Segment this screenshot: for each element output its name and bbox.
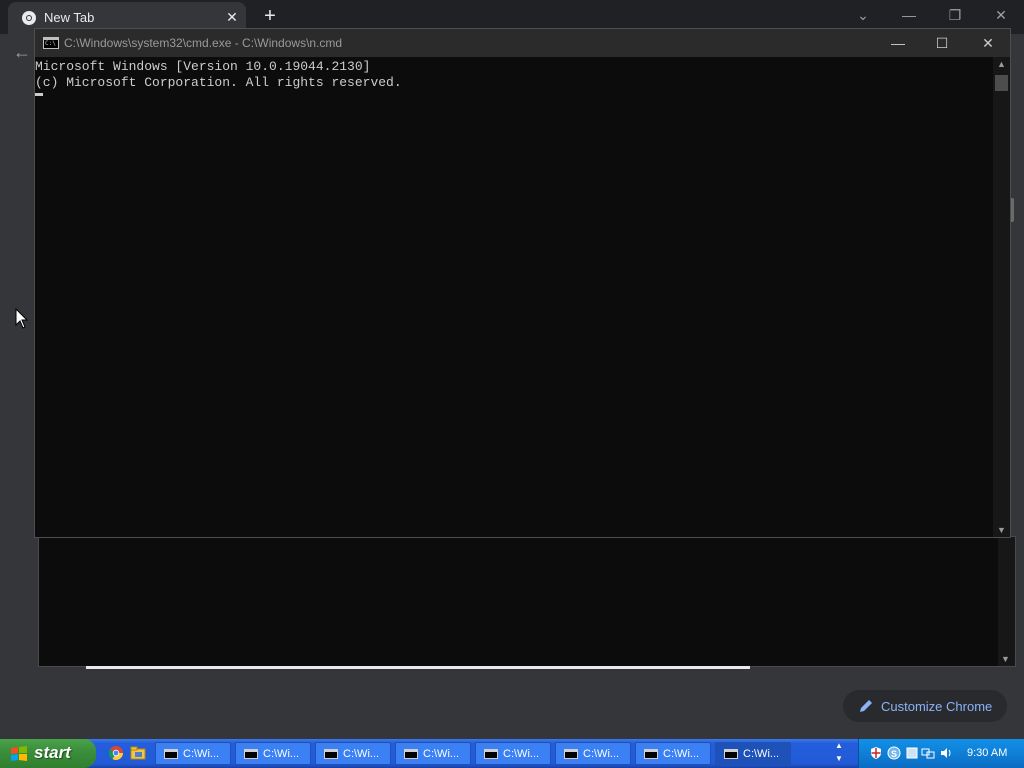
taskbar-button-label: C:\Wi... — [583, 748, 620, 760]
volume-icon[interactable] — [939, 746, 953, 760]
taskbar-cmd-button[interactable]: C:\Wi... — [395, 742, 471, 765]
folder-icon[interactable] — [130, 745, 146, 761]
scroll-up-arrow-icon[interactable]: ▲ — [997, 59, 1006, 69]
console-icon — [43, 37, 59, 49]
chrome-quicklaunch-icon[interactable] — [108, 745, 124, 761]
desktop: New Tab ✕ + ⌄ — ❐ ✕ ← ▼ Customize Chrome… — [0, 0, 1024, 768]
taskbar-button-label: C:\Wi... — [503, 748, 540, 760]
pencil-icon — [860, 700, 872, 712]
cmd-maximize-button[interactable]: ☐ — [925, 32, 959, 54]
cmd-close-button[interactable]: ✕ — [971, 32, 1005, 54]
chrome-close-button[interactable]: ✕ — [986, 4, 1016, 26]
cmd-window[interactable]: C:\Windows\system32\cmd.exe - C:\Windows… — [34, 28, 1011, 538]
console-icon — [324, 749, 338, 759]
new-tab-button[interactable]: + — [259, 5, 281, 27]
cmd-titlebar[interactable]: C:\Windows\system32\cmd.exe - C:\Windows… — [35, 29, 1010, 57]
taskbar-button-label: C:\Wi... — [183, 748, 220, 760]
ntp-divider — [86, 666, 750, 669]
customize-chrome-label: Customize Chrome — [881, 699, 993, 714]
taskbar-cmd-button[interactable]: C:\Wi... — [555, 742, 631, 765]
console-icon — [724, 749, 738, 759]
taskbar-scroll-up-icon[interactable]: ▲ — [835, 741, 843, 750]
text-cursor — [35, 93, 43, 96]
cmd-scrollbar[interactable]: ▲ ▼ — [993, 57, 1010, 537]
taskbar-cmd-button[interactable]: C:\Wi... — [235, 742, 311, 765]
console-output[interactable]: Microsoft Windows [Version 10.0.19044.21… — [35, 57, 994, 537]
taskbar: start C:\Wi... C:\Wi... C:\Wi... C:\Wi..… — [0, 739, 1024, 768]
taskbar-cmd-button[interactable]: C:\Wi... — [475, 742, 551, 765]
tab-close-icon[interactable]: ✕ — [224, 9, 240, 25]
window-icon[interactable] — [905, 746, 919, 760]
taskbar-button-label: C:\Wi... — [423, 748, 460, 760]
windows-flag-icon — [11, 746, 27, 761]
chrome-logo-icon — [22, 11, 36, 25]
start-label: start — [34, 743, 71, 762]
tab-title: New Tab — [44, 10, 95, 25]
console-icon — [164, 749, 178, 759]
mouse-pointer-icon — [15, 308, 29, 329]
svg-text:S: S — [891, 749, 897, 759]
taskbar-button-label: C:\Wi... — [343, 748, 380, 760]
chrome-restore-button[interactable]: ❐ — [940, 4, 970, 26]
console-icon — [484, 749, 498, 759]
taskbar-cmd-button[interactable]: C:\Wi... — [155, 742, 231, 765]
scroll-down-arrow-icon[interactable]: ▼ — [997, 525, 1006, 535]
start-button[interactable]: start — [0, 739, 96, 768]
console-line: (c) Microsoft Corporation. All rights re… — [35, 75, 402, 90]
console-icon — [564, 749, 578, 759]
tab-search-chevron-icon[interactable]: ⌄ — [848, 4, 878, 26]
cmd-minimize-button[interactable]: — — [881, 32, 915, 54]
system-tray: S 9:30 AM — [858, 739, 1024, 768]
customize-chrome-button[interactable]: Customize Chrome — [843, 690, 1007, 722]
taskbar-cmd-button[interactable]: C:\Wi... — [315, 742, 391, 765]
clock[interactable]: 9:30 AM — [967, 747, 1007, 759]
security-shield-icon[interactable] — [869, 746, 883, 760]
ntp-content-frame: ▼ — [38, 536, 1016, 667]
console-icon — [404, 749, 418, 759]
taskbar-button-label: C:\Wi... — [743, 748, 780, 760]
taskbar-scroll-down-icon[interactable]: ▼ — [835, 754, 843, 763]
taskbar-cmd-button-active[interactable]: C:\Wi... — [715, 742, 791, 765]
console-icon — [244, 749, 258, 759]
console-line: Microsoft Windows [Version 10.0.19044.21… — [35, 59, 371, 74]
taskbar-button-label: C:\Wi... — [263, 748, 300, 760]
back-arrow-icon[interactable]: ← — [10, 40, 34, 64]
taskbar-button-label: C:\Wi... — [663, 748, 700, 760]
cmd-window-title: C:\Windows\system32\cmd.exe - C:\Windows… — [64, 36, 343, 50]
taskbar-scroll[interactable]: ▲ ▼ — [833, 740, 847, 767]
network-icon[interactable] — [921, 746, 935, 760]
skype-icon[interactable]: S — [887, 746, 901, 760]
scroll-down-arrow-icon[interactable]: ▼ — [1001, 654, 1010, 664]
console-icon — [644, 749, 658, 759]
chrome-minimize-button[interactable]: — — [894, 4, 924, 26]
scrollbar-thumb[interactable] — [995, 75, 1008, 91]
taskbar-cmd-button[interactable]: C:\Wi... — [635, 742, 711, 765]
ntp-scrollbar[interactable]: ▼ — [998, 537, 1015, 666]
